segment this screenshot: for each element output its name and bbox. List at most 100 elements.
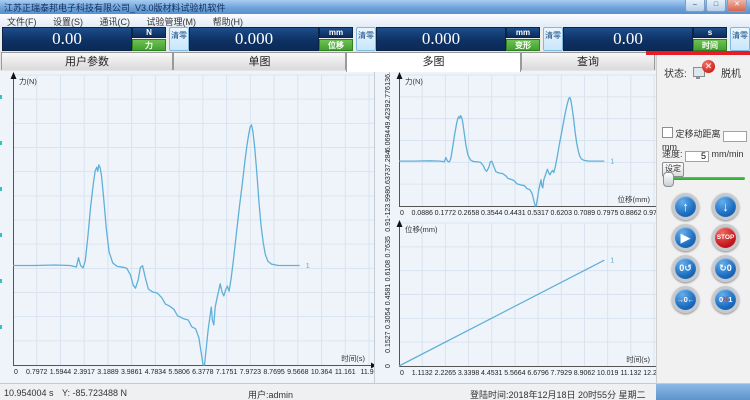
- svg-text:4.7834: 4.7834: [145, 369, 167, 376]
- svg-text:0.7975: 0.7975: [597, 210, 619, 217]
- svg-text:6.0694: 6.0694: [385, 130, 392, 152]
- svg-text:8.9062: 8.9062: [574, 370, 596, 377]
- stop-button[interactable]: STOP: [712, 224, 739, 251]
- return-back-button[interactable]: ↻0: [712, 255, 739, 282]
- svg-text:9.5668: 9.5668: [287, 369, 309, 376]
- maximize-button[interactable]: □: [706, 0, 726, 12]
- status-label: 状态:: [664, 65, 687, 80]
- svg-text:0.7635: 0.7635: [385, 236, 392, 258]
- time-display-group: 0.00 s 时间 清零: [563, 27, 750, 51]
- svg-text:1: 1: [610, 256, 614, 265]
- menu-help[interactable]: 帮助(H): [206, 14, 251, 28]
- svg-text:4.4531: 4.4531: [481, 370, 503, 377]
- svg-text:力(N): 力(N): [19, 76, 37, 86]
- svg-text:5.5806: 5.5806: [168, 369, 190, 376]
- speed-unit: mm/min: [712, 149, 744, 159]
- chartBR-svg: 01.11322.22653.33984.45315.56646.67967.7…: [375, 218, 656, 383]
- svg-text:12.245: 12.245: [643, 370, 656, 377]
- deformation-unit-stack: mm 变形: [506, 27, 540, 51]
- svg-text:1.5944: 1.5944: [50, 369, 72, 376]
- svg-text:0.4431: 0.4431: [504, 210, 526, 217]
- statusbar-y-value: Y: -85.723488 N: [62, 388, 127, 398]
- svg-text:0.0886: 0.0886: [411, 210, 433, 217]
- force-clear-button[interactable]: 清零: [169, 27, 189, 51]
- title-bar: 江苏正瑞泰邦电子科技有限公司_V3.0版材料试验机软件 – □ ✕: [0, 0, 750, 15]
- svg-text:0: 0: [385, 364, 392, 368]
- tab-user-params[interactable]: 用户参数: [1, 52, 173, 70]
- speed-slider: [663, 171, 745, 185]
- svg-text:136.13: 136.13: [385, 71, 392, 86]
- svg-text:-123.99: -123.99: [385, 194, 392, 218]
- time-clear-button[interactable]: 清零: [730, 27, 750, 51]
- svg-text:1.1132: 1.1132: [412, 370, 433, 377]
- menu-comm[interactable]: 通讯(C): [93, 14, 138, 28]
- svg-text:0.3054: 0.3054: [385, 308, 392, 330]
- time-unit: s: [693, 27, 727, 38]
- menu-test-manage[interactable]: 试验管理(M): [140, 14, 204, 28]
- force-time-chart: 00.79721.59442.39173.18893.98614.78345.5…: [0, 71, 375, 383]
- slider-handle[interactable]: [663, 172, 674, 187]
- disconnect-button[interactable]: 0✕1: [712, 286, 739, 313]
- svg-text:0.2658: 0.2658: [458, 210, 480, 217]
- force-displacement-chart: 0 0.08860.17720.26580.35440.44310.53170.6…: [375, 71, 656, 218]
- menu-settings[interactable]: 设置(S): [46, 14, 90, 28]
- svg-text:0.5317: 0.5317: [527, 210, 549, 217]
- svg-text:0.9748: 0.9748: [643, 210, 656, 217]
- svg-text:11.161: 11.161: [335, 369, 356, 376]
- svg-text:7.1751: 7.1751: [216, 369, 238, 376]
- svg-text:2.3917: 2.3917: [73, 369, 95, 376]
- displacement-label: 位移: [319, 39, 353, 51]
- force-unit: N: [132, 27, 166, 38]
- svg-text:0: 0: [400, 370, 404, 377]
- svg-text:10.364: 10.364: [311, 369, 333, 376]
- tab-single-chart[interactable]: 单图: [173, 52, 346, 70]
- svg-text:10.019: 10.019: [597, 370, 619, 377]
- svg-text:1: 1: [610, 157, 614, 166]
- svg-text:0.6203: 0.6203: [551, 210, 573, 217]
- displacement-clear-button[interactable]: 清零: [356, 27, 376, 51]
- fixed-distance-input[interactable]: [723, 131, 747, 142]
- deformation-clear-button[interactable]: 清零: [543, 27, 563, 51]
- return-zero-button[interactable]: 0↺: [672, 255, 699, 282]
- time-unit-stack: s 时间: [693, 27, 727, 51]
- svg-text:0.1772: 0.1772: [435, 210, 457, 217]
- svg-text:7.7929: 7.7929: [551, 370, 573, 377]
- svg-text:0.4581: 0.4581: [385, 284, 392, 306]
- time-value: 0.00: [563, 27, 693, 51]
- move-down-button[interactable]: ↓: [712, 193, 739, 220]
- fixed-distance-label: 定移动距离: [676, 129, 721, 139]
- force-zero-button[interactable]: →0←: [672, 286, 699, 313]
- svg-text:11.132: 11.132: [620, 370, 641, 377]
- svg-text:0.3544: 0.3544: [481, 210, 503, 217]
- svg-text:时间(s): 时间(s): [626, 354, 650, 364]
- minimize-button[interactable]: –: [685, 0, 705, 12]
- svg-text:0.1527: 0.1527: [385, 331, 392, 353]
- force-label: 力: [132, 39, 166, 51]
- fixed-distance-checkbox[interactable]: [662, 127, 673, 138]
- svg-text:0.7972: 0.7972: [26, 369, 48, 376]
- left-axis-tick-marks: [0, 95, 2, 365]
- statusbar-right-segment: [656, 384, 750, 400]
- menu-file[interactable]: 文件(F): [0, 14, 44, 28]
- disconnect-x-icon: ✕: [722, 294, 730, 305]
- svg-text:11.95: 11.95: [361, 369, 375, 376]
- svg-text:3.1889: 3.1889: [97, 369, 119, 376]
- deformation-unit: mm: [506, 27, 540, 38]
- svg-text:位移(mm): 位移(mm): [618, 194, 651, 204]
- control-panel: 状态: ✕ 脱机 定移动距离 mm 速度: mm/min 设定 ↑ ↓ ▶ ST…: [656, 55, 750, 383]
- svg-text:49.423: 49.423: [385, 108, 392, 130]
- svg-text:-37.284: -37.284: [385, 150, 392, 174]
- tab-multi-chart[interactable]: 多图: [346, 52, 521, 72]
- offline-icon: ✕: [693, 60, 715, 78]
- displacement-unit-stack: mm 位移: [319, 27, 353, 51]
- tab-query[interactable]: 查询: [521, 52, 655, 70]
- menu-bar: 文件(F) 设置(S) 通讯(C) 试验管理(M) 帮助(H): [0, 14, 750, 28]
- svg-text:8.7695: 8.7695: [263, 369, 285, 376]
- close-button[interactable]: ✕: [727, 0, 747, 12]
- start-button[interactable]: ▶: [672, 224, 699, 251]
- svg-text:时间(s): 时间(s): [341, 353, 365, 363]
- speed-input[interactable]: [685, 151, 709, 162]
- move-up-button[interactable]: ↑: [672, 193, 699, 220]
- svg-text:0: 0: [14, 369, 18, 376]
- svg-text:0: 0: [400, 210, 404, 217]
